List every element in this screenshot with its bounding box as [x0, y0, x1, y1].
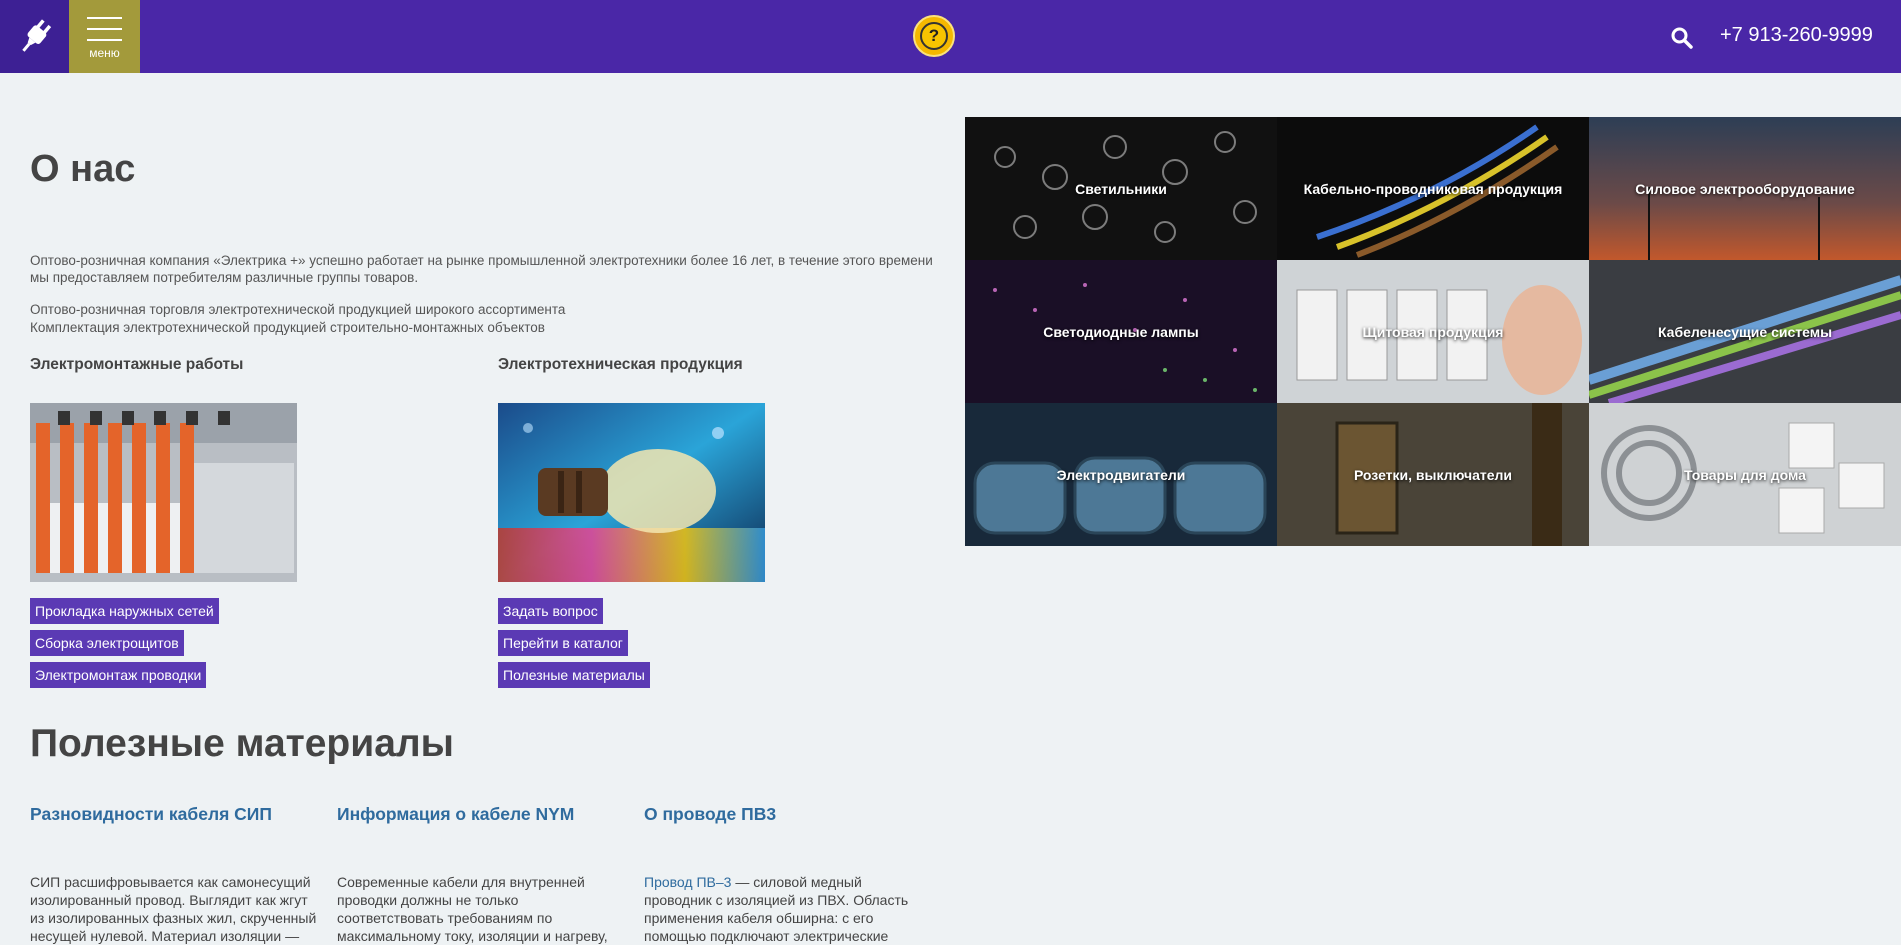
category-label: Светодиодные лампы: [1043, 323, 1199, 340]
article-excerpt-sip: СИП расшифровывается как самонесущий изо…: [30, 874, 317, 944]
link-outdoor-networks[interactable]: Прокладка наружных сетей: [30, 598, 219, 624]
materials-title: Полезные материалы: [30, 722, 454, 765]
link-ask-question[interactable]: Задать вопрос: [498, 598, 603, 624]
about-line-2: Комплектация электротехнической продукци…: [30, 320, 545, 335]
phone-number[interactable]: +7 913-260-9999: [1720, 24, 1873, 47]
menu-label: меню: [89, 46, 120, 60]
search-button[interactable]: [1670, 26, 1694, 50]
installation-title: Электромонтажные работы: [30, 356, 244, 373]
about-line-1: Оптово-розничная торговля электротехниче…: [30, 302, 566, 317]
category-cable-products[interactable]: Кабельно-проводниковая продукция: [1277, 117, 1589, 260]
terminal-blocks-image: [30, 403, 297, 582]
link-useful-materials[interactable]: Полезные материалы: [498, 662, 650, 688]
article-excerpt-nym: Современные кабели для внутренней провод…: [337, 874, 608, 944]
category-motors[interactable]: Электродвигатели: [965, 403, 1277, 546]
help-button[interactable]: ?: [913, 15, 955, 57]
category-label: Товары для дома: [1684, 466, 1806, 483]
article-excerpt-pv3: Провод ПВ–3 — силовой медный проводник с…: [644, 874, 909, 944]
products-title: Электротехническая продукция: [498, 356, 743, 373]
category-switchboard[interactable]: Щитовая продукция: [1277, 260, 1589, 403]
category-label: Розетки, выключатели: [1353, 466, 1513, 483]
menu-button[interactable]: меню: [69, 0, 140, 73]
category-label: Силовое электрооборудование: [1635, 180, 1855, 197]
category-label: Кабеленесущие системы: [1657, 323, 1833, 340]
category-sockets-switches[interactable]: Розетки, выключатели: [1277, 403, 1589, 546]
about-title: О нас: [30, 148, 136, 190]
article-title-pv3[interactable]: О проводе ПВ3: [644, 804, 776, 825]
link-wiring-installation[interactable]: Электромонтаж проводки: [30, 662, 207, 688]
category-label: Щитовая продукция: [1362, 323, 1504, 340]
pv3-link[interactable]: Провод ПВ–3: [644, 874, 731, 890]
category-label: Электродвигатели: [1056, 466, 1186, 483]
category-led-lamps[interactable]: Светодиодные лампы: [965, 260, 1277, 403]
link-switchboard-assembly[interactable]: Сборка электрощитов: [30, 630, 184, 656]
category-cable-trays[interactable]: Кабеленесущие системы: [1589, 260, 1901, 403]
search-icon: [1671, 27, 1693, 49]
category-grid: Светильники Кабельно-проводниковая проду…: [965, 117, 1901, 546]
about-intro: Оптово-розничная компания «Электрика +» …: [30, 253, 933, 285]
category-power-equipment[interactable]: Силовое электрооборудование: [1589, 117, 1901, 260]
category-lamps[interactable]: Светильники: [965, 117, 1277, 260]
category-label: Светильники: [1075, 180, 1167, 197]
logo[interactable]: [0, 0, 69, 73]
article-title-sip[interactable]: Разновидности кабеля СИП: [30, 804, 272, 825]
question-icon: ?: [920, 22, 948, 50]
light-bulb-image: [498, 403, 765, 582]
category-home-goods[interactable]: Товары для дома: [1589, 403, 1901, 546]
category-label: Кабельно-проводниковая продукция: [1303, 180, 1563, 197]
link-go-to-catalog[interactable]: Перейти в каталог: [498, 630, 628, 656]
header-bar: меню ? +7 913-260-9999: [0, 0, 1901, 73]
article-title-nym[interactable]: Информация о кабеле NYM: [337, 804, 574, 825]
plug-icon: [21, 18, 51, 52]
